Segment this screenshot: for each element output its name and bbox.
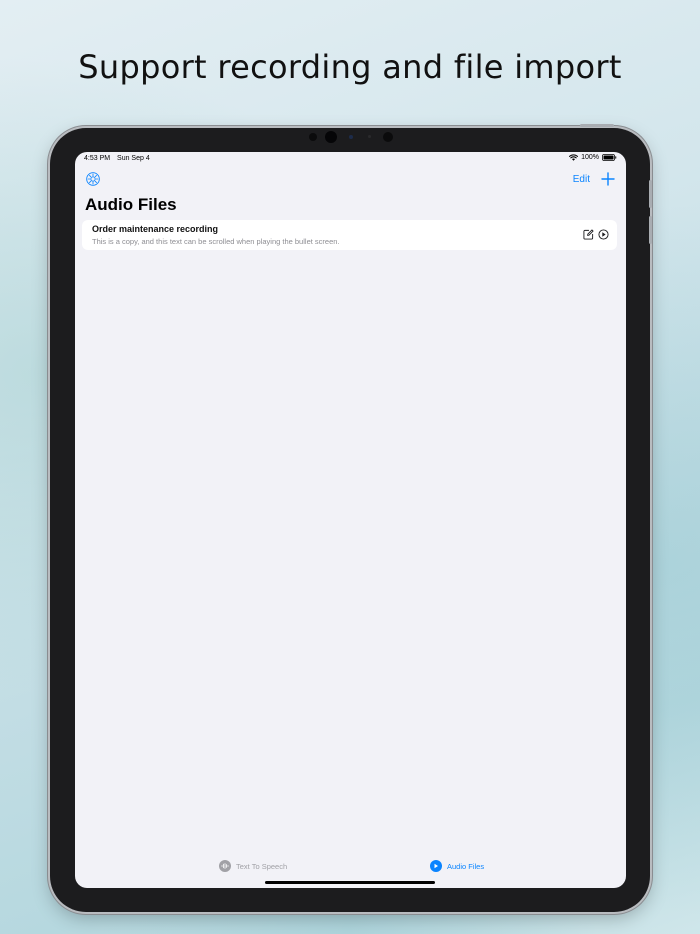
home-indicator: [265, 881, 435, 884]
volume-down-button: [649, 216, 652, 244]
waveform-icon: [219, 860, 231, 872]
status-bar: 4:53 PM Sun Sep 4 100%: [75, 152, 626, 166]
top-button: [580, 124, 614, 127]
tab-label-text-to-speech: Text To Speech: [236, 861, 288, 871]
sensor-dot: [349, 135, 353, 139]
play-circle-icon[interactable]: [598, 229, 609, 240]
tab-label-audio-files: Audio Files: [447, 861, 485, 871]
add-icon[interactable]: [601, 172, 615, 186]
front-camera: [325, 131, 337, 143]
tab-text-to-speech[interactable]: Text To Speech: [219, 860, 287, 872]
file-description: This is a copy, and this text can be scr…: [92, 237, 340, 246]
marketing-headline: Support recording and file import: [78, 48, 622, 86]
status-indicators: 100%: [569, 154, 617, 161]
navigation-bar: Edit: [75, 170, 626, 190]
battery-icon: [602, 154, 617, 161]
battery-percent: 100%: [581, 154, 599, 161]
ipad-frame: 4:53 PM Sun Sep 4 100% Edit Audio Files …: [50, 124, 652, 912]
status-date: Sun Sep 4: [117, 155, 150, 162]
camera-sensor: [309, 133, 317, 141]
play-circle-filled-icon: [430, 860, 442, 872]
wifi-icon: [569, 154, 579, 161]
edit-note-icon[interactable]: [583, 229, 594, 240]
proximity-sensor: [368, 135, 371, 138]
audio-file-row[interactable]: Order maintenance recording This is a co…: [82, 220, 617, 250]
file-title: Order maintenance recording: [92, 224, 219, 234]
edit-button[interactable]: Edit: [573, 174, 590, 185]
page-title: Audio Files: [85, 195, 177, 214]
status-time-date: 4:53 PM Sun Sep 4: [84, 155, 150, 162]
tab-bar: Text To Speech Audio Files: [75, 852, 626, 888]
status-time: 4:53 PM: [84, 155, 111, 162]
volume-up-button: [649, 180, 652, 208]
gear-icon[interactable]: [85, 171, 101, 187]
app-screen: 4:53 PM Sun Sep 4 100% Edit Audio Files …: [75, 152, 626, 888]
flood-illuminator: [383, 132, 393, 142]
tab-audio-files[interactable]: Audio Files: [430, 860, 484, 872]
